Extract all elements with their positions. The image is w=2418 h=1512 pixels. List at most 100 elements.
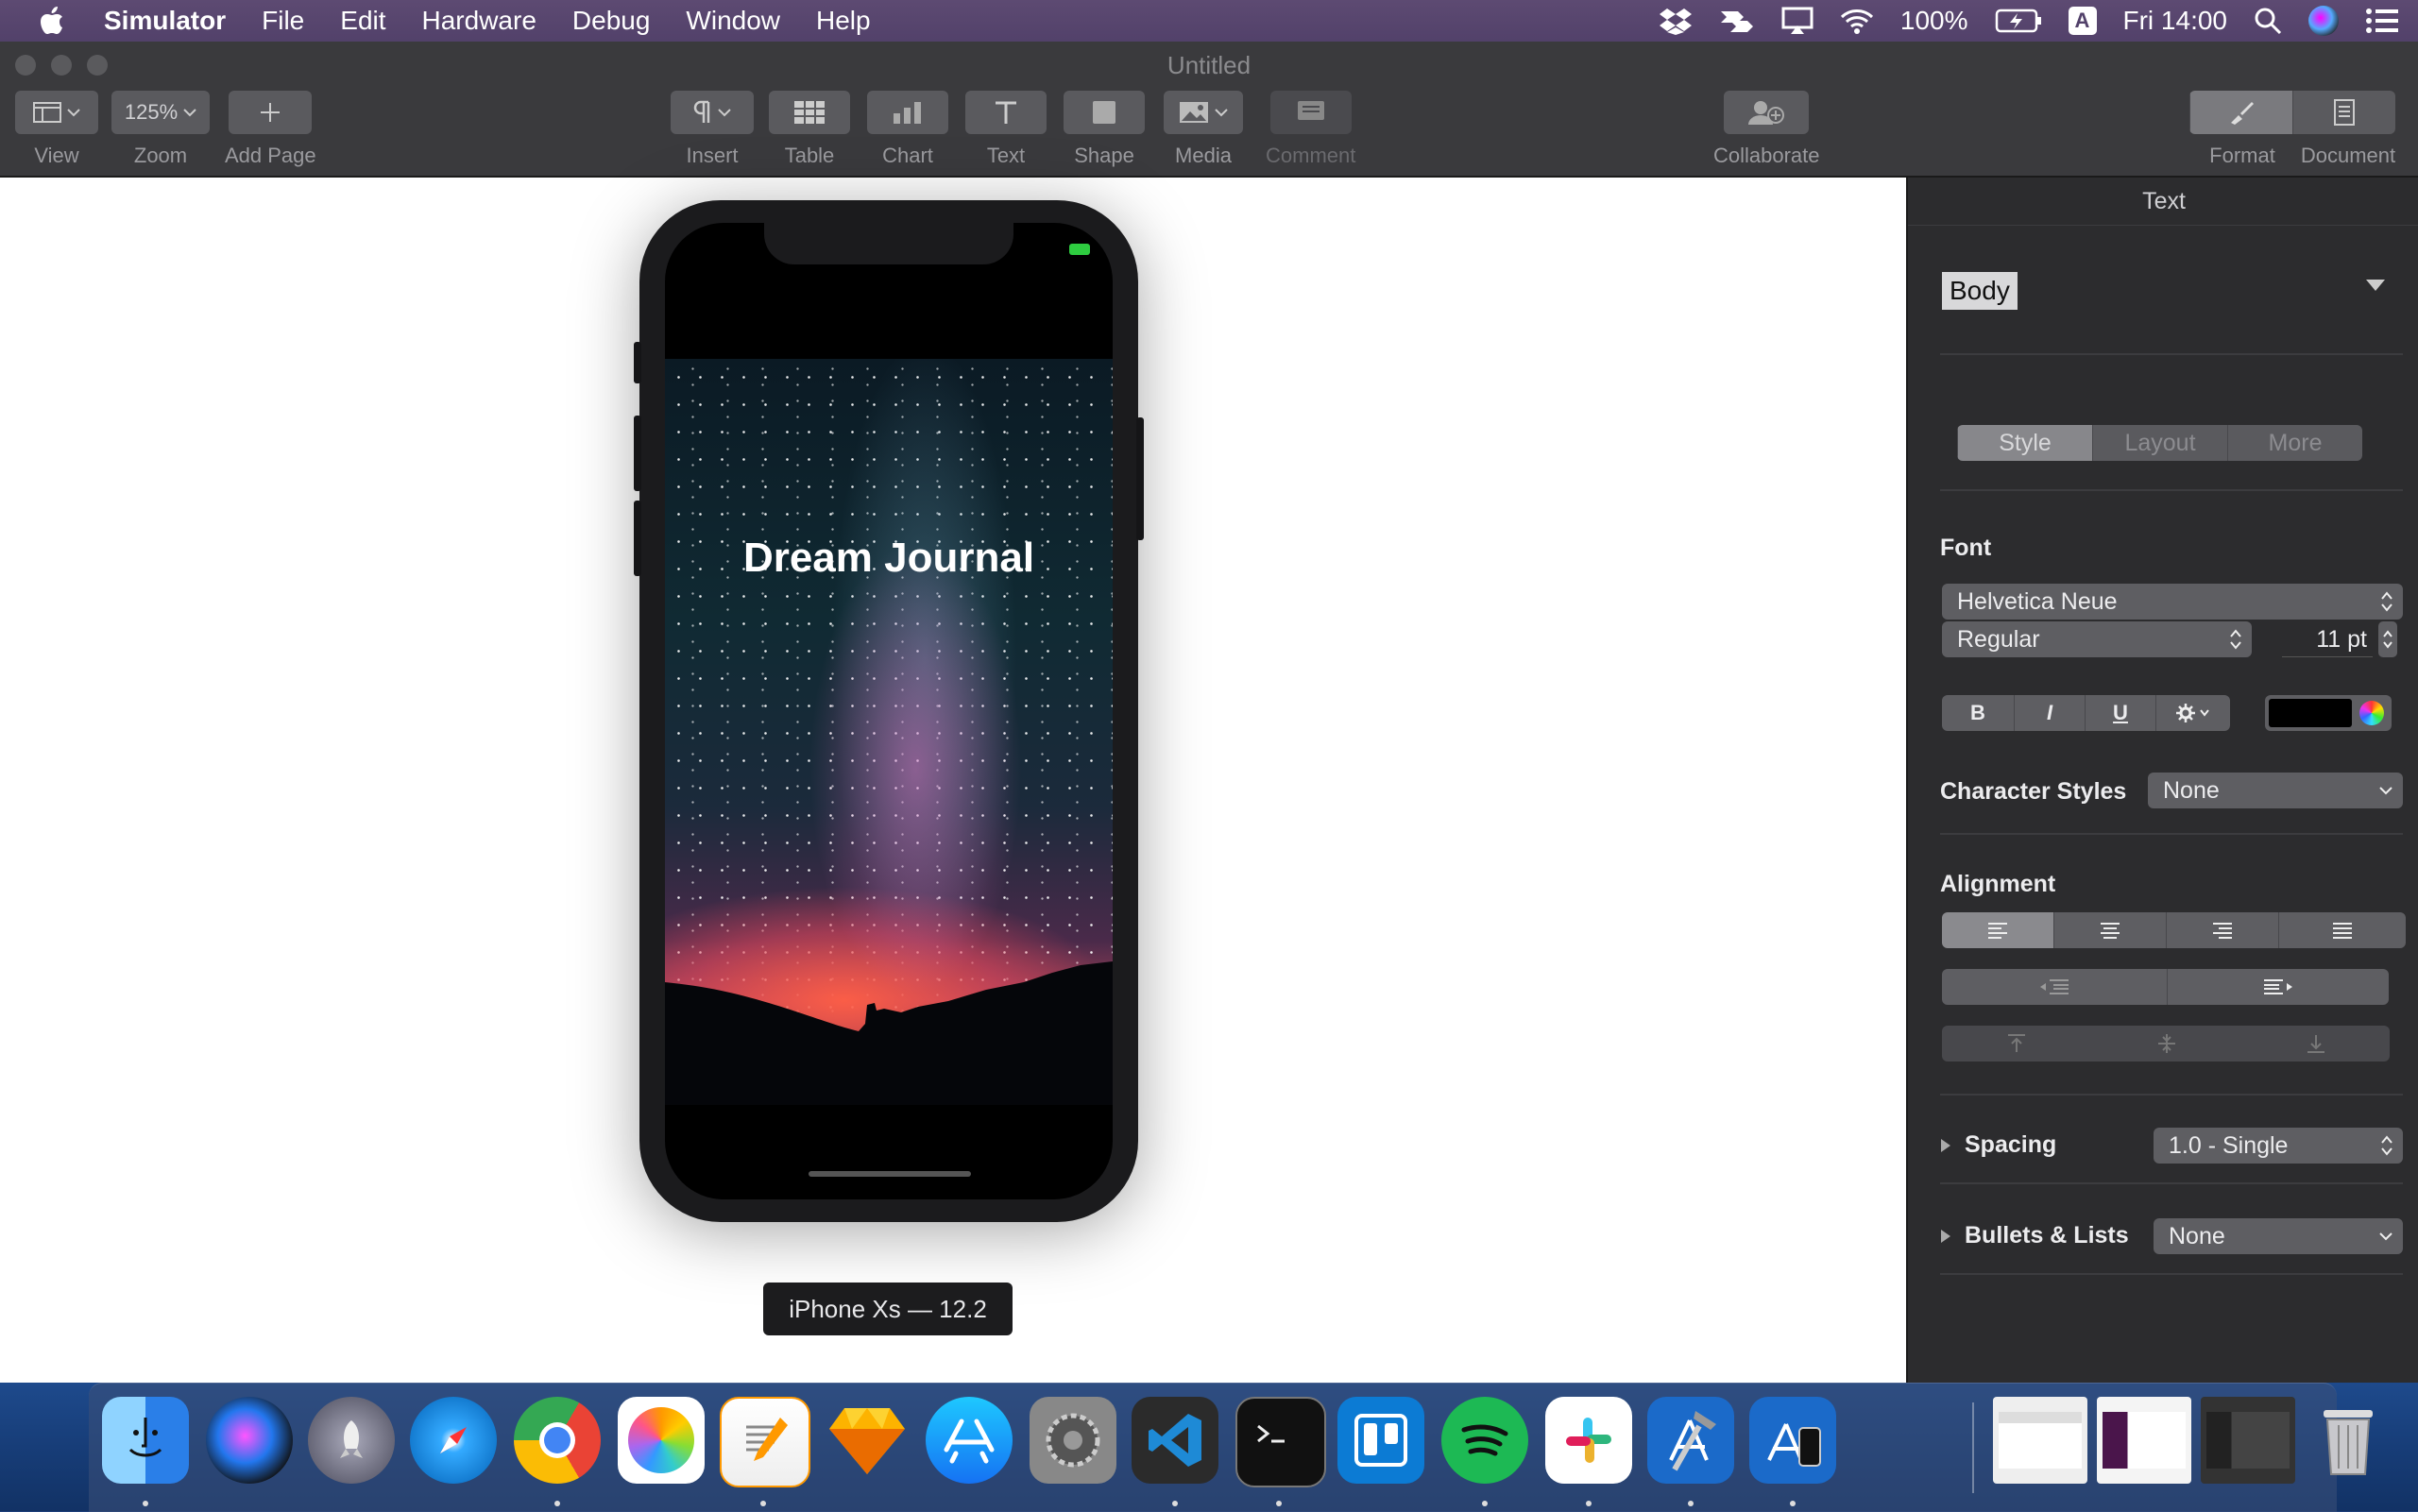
window-title: Untitled (1166, 51, 1252, 79)
comment-button[interactable]: Comment (1266, 91, 1355, 168)
format-tab[interactable] (2189, 91, 2292, 134)
home-indicator[interactable] (809, 1171, 971, 1177)
align-left-icon (1986, 922, 2009, 939)
font-family-popup[interactable]: Helvetica Neue (1942, 584, 2403, 620)
airplay-icon[interactable] (1781, 7, 1814, 35)
align-center-button[interactable] (2053, 912, 2166, 948)
siri-icon[interactable] (206, 1397, 293, 1484)
align-middle-button[interactable] (2091, 1026, 2241, 1062)
siri-menubar-icon[interactable] (2308, 6, 2339, 36)
collaborate-button[interactable]: Collaborate (1713, 91, 1820, 168)
notification-center-icon[interactable] (2365, 8, 2399, 34)
visual-studio-code-icon[interactable] (1132, 1397, 1218, 1484)
chevron-down-icon (718, 108, 731, 117)
photos-icon[interactable] (618, 1397, 705, 1484)
add-page-button[interactable]: Add Page (225, 91, 316, 168)
sketch-icon[interactable] (824, 1397, 911, 1484)
system-preferences-icon[interactable] (1030, 1397, 1116, 1484)
triangle-down-icon[interactable] (2365, 278, 2386, 293)
justify-button[interactable] (2278, 912, 2406, 948)
launchpad-icon[interactable] (308, 1397, 395, 1484)
align-top-button[interactable] (1942, 1026, 2091, 1062)
font-size-field[interactable]: 11 pt (2282, 621, 2373, 657)
minimized-slack-window[interactable] (2097, 1397, 2191, 1484)
app-store-icon[interactable] (926, 1397, 1013, 1484)
chrome-icon[interactable] (514, 1397, 601, 1484)
color-wheel-icon[interactable] (2359, 701, 2384, 725)
battery-icon[interactable] (1995, 8, 2042, 33)
paragraph-style-selector[interactable]: Body (1942, 272, 2018, 310)
bold-button[interactable]: B (1942, 695, 2014, 731)
shape-button[interactable]: Shape (1064, 91, 1145, 168)
text-color-well[interactable] (2265, 695, 2392, 731)
document-canvas[interactable]: Dream Journal iPhone Xs — 12.2 (0, 178, 1906, 1383)
chevron-down-icon (2378, 786, 2393, 795)
chevron-down-icon (2378, 1232, 2393, 1241)
font-weight-popup[interactable]: Regular (1942, 621, 2252, 657)
tab-style[interactable]: Style (1957, 425, 2092, 461)
menu-window[interactable]: Window (686, 6, 780, 36)
menu-debug[interactable]: Debug (572, 6, 651, 36)
spotlight-search-icon[interactable] (2254, 7, 2282, 35)
minimized-xcode-window[interactable] (2201, 1397, 2295, 1484)
menubar-clock[interactable]: Fri 14:00 (2123, 6, 2228, 36)
finder-icon[interactable] (102, 1397, 189, 1484)
simulator-screen[interactable]: Dream Journal (665, 223, 1113, 1199)
font-size-stepper[interactable] (2378, 621, 2397, 657)
decrease-indent-button[interactable] (1942, 969, 2167, 1005)
media-button[interactable]: Media (1164, 91, 1243, 168)
italic-button[interactable]: I (2014, 695, 2085, 731)
trello-icon[interactable] (1337, 1397, 1424, 1484)
apple-menu-icon[interactable] (0, 7, 104, 35)
align-right-button[interactable] (2166, 912, 2278, 948)
align-bottom-button[interactable] (2241, 1026, 2390, 1062)
view-button[interactable]: View (15, 91, 98, 168)
volume-down-button[interactable] (634, 501, 641, 576)
trash-icon[interactable] (2305, 1397, 2392, 1484)
input-source-badge[interactable]: A (2068, 7, 2097, 35)
character-styles-popup[interactable]: None (2148, 773, 2403, 808)
menu-edit[interactable]: Edit (340, 6, 385, 36)
xcode-icon[interactable] (1647, 1397, 1734, 1484)
spacing-disclosure[interactable]: Spacing (1940, 1131, 2056, 1159)
menu-app-name[interactable]: Simulator (104, 6, 226, 36)
text-options-button[interactable] (2155, 695, 2230, 731)
safari-icon[interactable] (410, 1397, 497, 1484)
insert-label: Insert (686, 144, 739, 167)
menu-file[interactable]: File (262, 6, 304, 36)
minimized-chrome-window[interactable] (1993, 1397, 2087, 1484)
dropbox-icon[interactable] (1659, 7, 1693, 35)
divider (1940, 833, 2403, 835)
align-left-button[interactable] (1942, 912, 2053, 948)
menu-help[interactable]: Help (816, 6, 871, 36)
pages-icon[interactable] (720, 1397, 810, 1487)
spotify-icon[interactable] (1441, 1397, 1528, 1484)
simulator-icon[interactable] (1749, 1397, 1836, 1484)
chevron-down-icon (183, 108, 196, 117)
increase-indent-button[interactable] (2167, 969, 2389, 1005)
side-power-button[interactable] (1136, 417, 1144, 540)
tab-layout[interactable]: Layout (2092, 425, 2227, 461)
table-button[interactable]: Table (769, 91, 850, 168)
terminal-icon[interactable] (1235, 1397, 1326, 1487)
transfer-icon[interactable] (1719, 8, 1755, 34)
dock-separator (1972, 1402, 1974, 1493)
slack-icon[interactable] (1545, 1397, 1632, 1484)
tab-more[interactable]: More (2227, 425, 2362, 461)
wifi-icon[interactable] (1840, 8, 1874, 34)
bullets-lists-popup[interactable]: None (2154, 1218, 2403, 1254)
chart-button[interactable]: Chart (867, 91, 948, 168)
volume-up-button[interactable] (634, 416, 641, 491)
insert-button[interactable]: Insert (671, 91, 754, 168)
underline-button[interactable]: U (2085, 695, 2155, 731)
menu-hardware[interactable]: Hardware (422, 6, 536, 36)
text-color-swatch (2269, 699, 2352, 727)
line-spacing-popup[interactable]: 1.0 - Single (2154, 1128, 2403, 1164)
running-indicator (1172, 1501, 1178, 1506)
gear-icon (2174, 702, 2212, 724)
document-tab[interactable] (2292, 91, 2395, 134)
zoom-popup[interactable]: 125% Zoom (111, 91, 210, 168)
bullets-lists-disclosure[interactable]: Bullets & Lists (1940, 1222, 2129, 1249)
running-indicator (1482, 1501, 1488, 1506)
text-box-button[interactable]: Text (965, 91, 1047, 168)
